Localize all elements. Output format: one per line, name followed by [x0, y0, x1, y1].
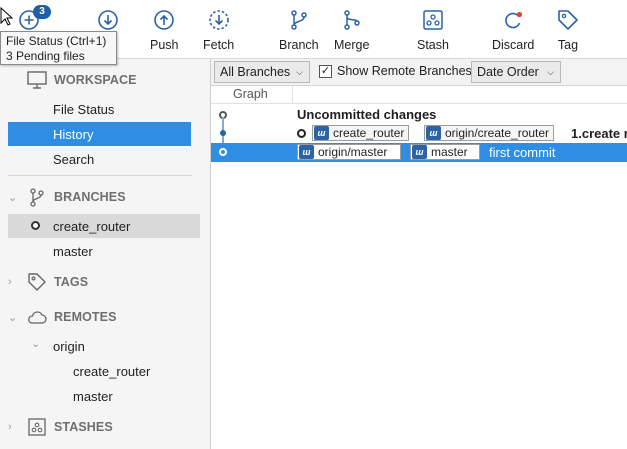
pull-button[interactable]	[96, 8, 120, 32]
commit-list-header: Graph	[211, 86, 627, 104]
remote-branch-tag: ɯ origin/create_router	[424, 125, 555, 141]
branches-title: BRANCHES	[54, 190, 126, 204]
remote-branch-tag-label: origin/create_router	[445, 126, 550, 140]
branch-tag: ɯ create_router	[312, 125, 410, 141]
branch-icon: ɯ	[426, 126, 441, 140]
fetch-label: Fetch	[203, 38, 235, 52]
tooltip: File Status (Ctrl+1) 3 Pending files	[0, 31, 117, 65]
branch-name: create_router	[53, 218, 131, 234]
merge-button[interactable]: Merge	[334, 8, 369, 52]
head-indicator-icon	[297, 129, 306, 138]
tag-icon	[558, 10, 578, 30]
branch-tag-label: create_router	[333, 126, 405, 140]
sidebar-item-history[interactable]: History	[8, 122, 191, 146]
stash-button[interactable]: Stash	[417, 8, 449, 52]
push-button[interactable]: Push	[150, 8, 179, 52]
tag-label: Tag	[557, 38, 579, 52]
tooltip-subtitle: 3 Pending files	[6, 49, 85, 63]
branch-tag-label: master	[431, 145, 468, 159]
tooltip-title: File Status (Ctrl+1)	[6, 34, 107, 48]
arrow-down-circle-icon	[98, 10, 118, 30]
push-label: Push	[150, 38, 179, 52]
chevron-down-icon: ⌵	[547, 67, 554, 77]
commit-message: 1.create ro	[571, 126, 627, 141]
branch-label: Branch	[279, 38, 319, 52]
column-separator[interactable]	[292, 86, 293, 103]
branch-icon: ɯ	[299, 145, 314, 159]
remotes-section-header[interactable]: ⌄ REMOTES	[0, 304, 200, 330]
workspace-section-header[interactable]: WORKSPACE	[0, 67, 200, 93]
branch-icon	[291, 10, 307, 30]
monitor-icon	[26, 69, 48, 91]
branch-filter-select[interactable]: All Branches ⌵	[214, 61, 310, 83]
tag-icon	[26, 271, 48, 293]
remote-branch-tag: ɯ origin/master	[297, 144, 401, 160]
chevron-right-icon: ›	[8, 421, 12, 433]
chevron-down-icon: ⌄	[8, 311, 18, 324]
sidebar-item-file-status[interactable]: File Status	[8, 97, 191, 121]
stashes-section-header[interactable]: › STASHES	[0, 414, 200, 440]
order-select[interactable]: Date Order ⌵	[471, 61, 561, 83]
graph-node	[219, 148, 227, 156]
sidebar-item-remote-branch-master[interactable]: master	[8, 384, 191, 408]
fetch-icon	[208, 10, 229, 30]
chevron-down-icon: ⌄	[8, 191, 18, 204]
branch-button[interactable]: Branch	[279, 8, 319, 52]
stash-label: Stash	[417, 38, 449, 52]
mouse-cursor-icon	[0, 7, 14, 26]
chevron-right-icon: ›	[8, 276, 12, 288]
divider	[8, 175, 192, 176]
sidebar-item-search[interactable]: Search	[8, 147, 191, 171]
graph-column-header[interactable]: Graph	[233, 87, 268, 101]
uncommitted-label: Uncommitted changes	[297, 107, 437, 122]
stash-icon	[26, 416, 48, 438]
remotes-title: REMOTES	[54, 310, 117, 324]
discard-label: Discard	[492, 38, 535, 52]
commit-message: first commit	[489, 145, 556, 160]
branch-tag: ɯ master	[410, 144, 480, 160]
current-branch-icon	[31, 221, 40, 230]
chevron-down-icon: ⌄	[31, 338, 41, 350]
branch-icon: ɯ	[314, 126, 329, 140]
cloud-icon	[26, 306, 48, 328]
stashes-title: STASHES	[54, 420, 113, 434]
show-remote-checkbox[interactable]: ✓	[319, 65, 332, 78]
filter-bar: All Branches ⌵ ✓ Show Remote Branches Da…	[211, 59, 627, 86]
merge-icon	[343, 10, 360, 30]
order-value: Date Order	[477, 65, 539, 79]
discard-icon	[505, 11, 523, 29]
arrow-up-circle-icon	[154, 10, 175, 30]
merge-label: Merge	[334, 38, 370, 52]
sourcetree-window: 3 Push Fetch Branch Merge Stash Discard …	[0, 0, 627, 449]
branch-icon: ɯ	[412, 145, 427, 159]
show-remote-label: Show Remote Branches	[337, 64, 472, 78]
commit-row[interactable]: ɯ create_router ɯ origin/create_router 1…	[211, 124, 627, 143]
remote-name: origin	[53, 338, 85, 354]
tags-title: TAGS	[54, 275, 89, 289]
commit-row-uncommitted[interactable]: Uncommitted changes	[211, 105, 627, 124]
commit-row-selected[interactable]: ɯ origin/master ɯ master first commit	[211, 143, 627, 162]
stash-icon	[423, 10, 443, 30]
pending-count-badge: 3	[33, 5, 51, 19]
discard-button[interactable]: Discard	[492, 8, 534, 52]
branch-filter-value: All Branches	[220, 65, 291, 79]
remote-branch-tag-label: origin/master	[318, 145, 388, 159]
graph-node	[220, 130, 226, 136]
workspace-title: WORKSPACE	[54, 73, 137, 87]
sidebar-item-branch-create-router[interactable]: create_router	[8, 214, 200, 238]
fetch-button[interactable]: Fetch	[203, 8, 234, 52]
sidebar: WORKSPACE File Status History Search ⌄ B…	[0, 59, 211, 449]
sidebar-item-remote-origin[interactable]: ⌄ origin	[8, 334, 191, 358]
sidebar-item-branch-master[interactable]: master	[8, 239, 191, 263]
tag-button[interactable]: Tag	[556, 8, 580, 52]
chevron-down-icon: ⌵	[296, 67, 303, 77]
sidebar-item-remote-branch-create-router[interactable]: create_router	[8, 359, 191, 383]
tags-section-header[interactable]: › TAGS	[0, 269, 200, 295]
branches-section-header[interactable]: ⌄ BRANCHES	[0, 184, 200, 210]
branch-icon	[26, 186, 48, 208]
